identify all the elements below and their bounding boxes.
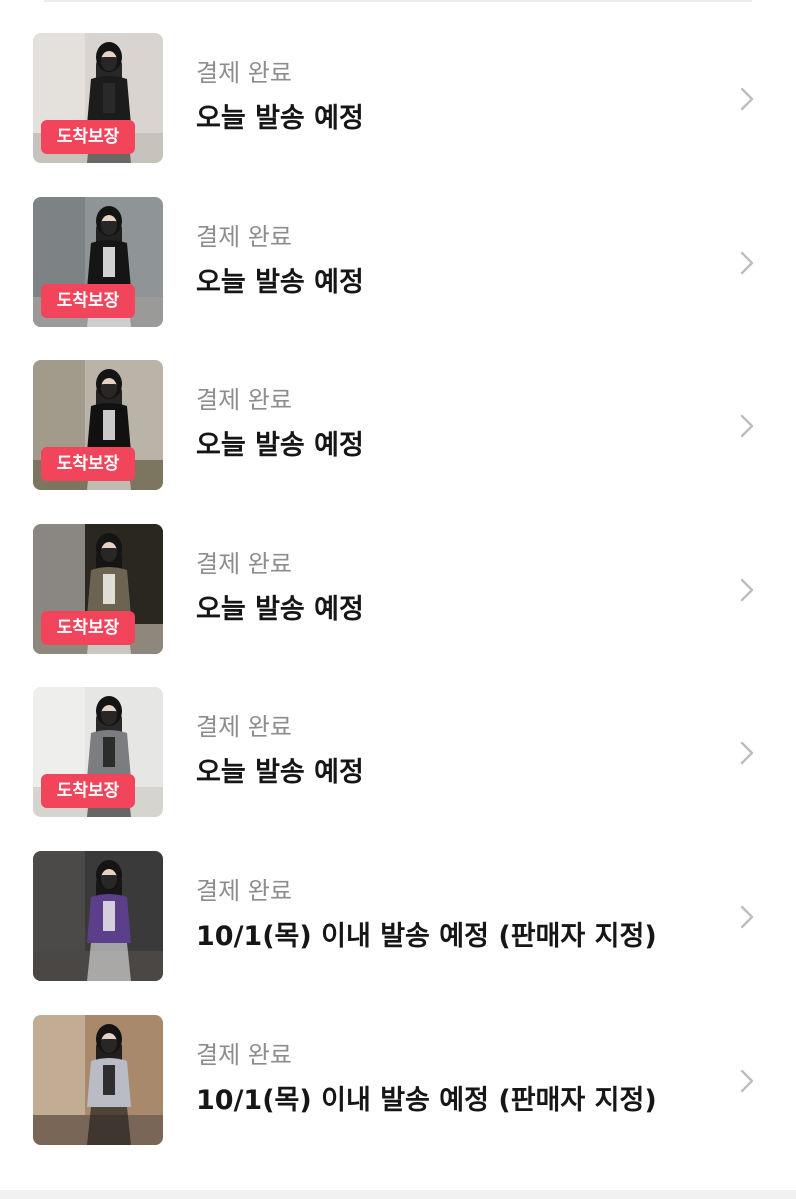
- shipping-schedule: 10/1(목) 이내 발송 예정 (판매자 지정): [196, 1084, 657, 1116]
- product-thumbnail[interactable]: 도착보장: [33, 687, 163, 818]
- order-list: 도착보장 결제 완료 오늘 발송 예정 도착보장 결제 완료 오늘 발송 예정 …: [0, 33, 796, 1178]
- shipping-schedule: 오늘 발송 예정: [196, 757, 364, 789]
- chevron-right-icon[interactable]: [738, 250, 756, 276]
- payment-status: 결제 완료: [196, 59, 292, 87]
- product-thumbnail[interactable]: [33, 850, 163, 981]
- shipping-schedule: 오늘 발송 예정: [196, 266, 364, 298]
- arrival-guarantee-badge: 도착보장: [41, 774, 135, 809]
- arrival-guarantee-badge: 도착보장: [41, 120, 135, 154]
- order-item[interactable]: 도착보장 결제 완료 오늘 발송 예정: [0, 196, 796, 328]
- payment-status: 결제 완료: [196, 549, 292, 578]
- shipping-schedule: 오늘 발송 예정: [196, 103, 364, 134]
- top-divider: [44, 0, 752, 2]
- chevron-right-icon[interactable]: [738, 577, 756, 603]
- arrival-guarantee-badge: 도착보장: [41, 610, 135, 645]
- payment-status: 결제 완료: [196, 386, 292, 415]
- product-thumbnail[interactable]: 도착보장: [33, 523, 163, 654]
- order-item[interactable]: 결제 완료 10/1(목) 이내 발송 예정 (판매자 지정): [0, 1014, 796, 1146]
- order-item[interactable]: 도착보장 결제 완료 오늘 발송 예정: [0, 523, 796, 655]
- payment-status: 결제 완료: [196, 876, 292, 905]
- product-thumbnail[interactable]: 도착보장: [33, 33, 163, 163]
- product-photo-grey-longsleeve-bookstore: [33, 1014, 163, 1145]
- payment-status: 결제 완료: [196, 1040, 292, 1069]
- chevron-right-icon[interactable]: [738, 413, 756, 439]
- chevron-right-icon[interactable]: [738, 904, 756, 930]
- chevron-right-icon[interactable]: [738, 86, 756, 112]
- arrival-guarantee-badge: 도착보장: [41, 447, 135, 482]
- bottom-divider: [0, 1190, 796, 1199]
- shipping-schedule: 오늘 발송 예정: [196, 430, 364, 462]
- payment-status: 결제 완료: [196, 713, 292, 742]
- chevron-right-icon[interactable]: [738, 1068, 756, 1094]
- order-item[interactable]: 도착보장 결제 완료 오늘 발송 예정: [0, 360, 796, 491]
- product-thumbnail[interactable]: [33, 1014, 163, 1145]
- shipping-schedule: 10/1(목) 이내 발송 예정 (판매자 지정): [196, 920, 657, 952]
- shipping-schedule: 오늘 발송 예정: [196, 593, 364, 625]
- arrival-guarantee-badge: 도착보장: [41, 283, 135, 318]
- payment-status: 결제 완료: [196, 222, 292, 251]
- order-item[interactable]: 도착보장 결제 완료 오늘 발송 예정: [0, 33, 796, 164]
- product-thumbnail[interactable]: 도착보장: [33, 360, 163, 491]
- order-item[interactable]: 결제 완료 10/1(목) 이내 발송 예정 (판매자 지정): [0, 850, 796, 982]
- order-item[interactable]: 도착보장 결제 완료 오늘 발송 예정: [0, 687, 796, 818]
- product-thumbnail[interactable]: 도착보장: [33, 196, 163, 327]
- chevron-right-icon[interactable]: [738, 740, 756, 766]
- product-photo-purple-henley: [33, 850, 163, 981]
